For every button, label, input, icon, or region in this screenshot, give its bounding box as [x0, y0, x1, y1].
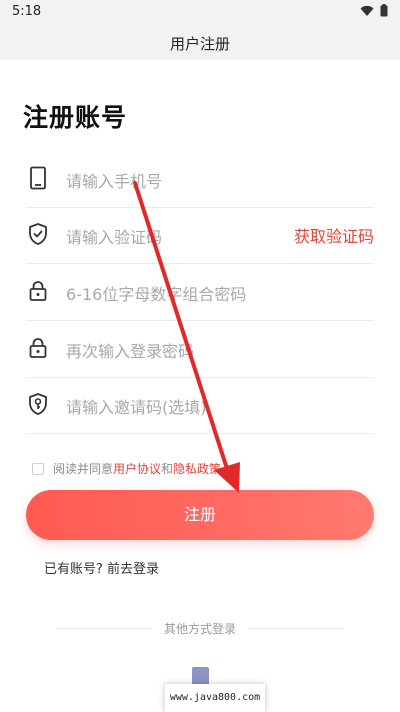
- user-agreement-link[interactable]: 用户协议: [113, 460, 161, 477]
- confirm-password-field[interactable]: 再次输入登录密码: [26, 322, 374, 378]
- agreement-checkbox[interactable]: [32, 462, 44, 475]
- shield-check-icon: [29, 223, 47, 245]
- agreement-and: 和: [161, 462, 174, 476]
- confirm-password-placeholder: 再次输入登录密码: [66, 342, 195, 361]
- password-placeholder: 6-16位字母数字组合密码: [66, 285, 247, 304]
- key-shield-icon: [29, 393, 47, 415]
- other-login-divider: 其他方式登录: [56, 619, 344, 637]
- status-bar: 5:18: [0, 0, 400, 24]
- status-icons: [360, 4, 388, 17]
- invite-code-placeholder: 请输入邀请码(选填): [66, 398, 207, 417]
- phone-field[interactable]: 请输入手机号: [26, 152, 374, 208]
- invite-code-field[interactable]: 请输入邀请码(选填): [26, 378, 374, 434]
- phone-icon: [30, 166, 46, 190]
- agreement-prefix: 阅读并同意: [53, 462, 114, 476]
- lock-icon: [29, 281, 47, 301]
- privacy-policy-link[interactable]: 隐私政策: [173, 460, 221, 477]
- password-field[interactable]: 6-16位字母数字组合密码: [26, 265, 374, 321]
- app-bar: 用户注册: [0, 24, 400, 60]
- wifi-icon: [360, 5, 374, 16]
- register-button[interactable]: 注册: [26, 490, 374, 540]
- verification-code-field[interactable]: 请输入验证码 获取验证码: [26, 208, 374, 264]
- status-time: 5:18: [12, 4, 42, 19]
- divider-line-right: [249, 628, 344, 629]
- battery-icon: [380, 4, 388, 17]
- watermark: www.java800.com: [165, 684, 265, 712]
- page-title: 用户注册: [169, 35, 230, 53]
- lock-icon: [29, 338, 47, 358]
- phone-placeholder: 请输入手机号: [66, 172, 163, 191]
- agreement-row: 阅读并同意 用户协议 和 隐私政策: [32, 460, 221, 477]
- register-heading: 注册账号: [23, 103, 128, 132]
- go-login-link[interactable]: 已有账号? 前去登录: [44, 558, 159, 577]
- get-code-button[interactable]: 获取验证码: [294, 223, 374, 247]
- verification-code-placeholder: 请输入验证码: [66, 228, 163, 247]
